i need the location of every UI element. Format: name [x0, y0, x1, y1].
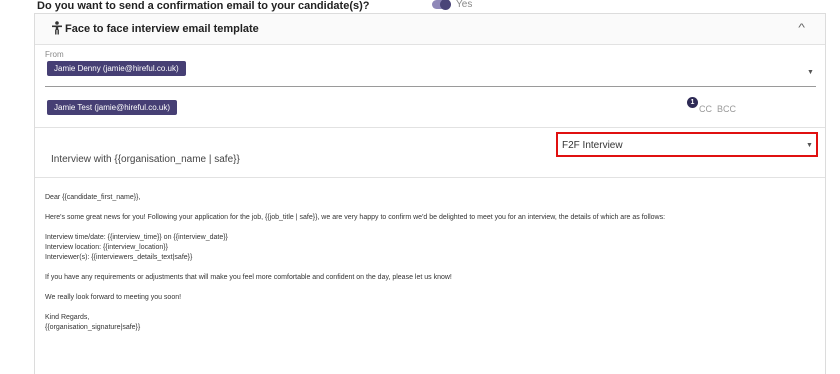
body-requirements: If you have any requirements or adjustme…: [45, 274, 452, 281]
body-signoff: Kind Regards,: [45, 314, 90, 321]
divider: [35, 177, 825, 178]
body-signature: {{organisation_signature|safe}}: [45, 324, 141, 331]
body-interviewers: Interviewer(s): {{interviewers_details_t…: [45, 254, 193, 261]
toggle-label: Yes: [456, 0, 473, 10]
body-closing: We really look forward to meeting you so…: [45, 294, 182, 301]
email-subject[interactable]: Interview with {{organisation_name | saf…: [51, 154, 240, 165]
template-title: Face to face interview email template: [65, 23, 259, 35]
bcc-link[interactable]: BCC: [717, 104, 736, 114]
body-location: Interview location: {{interview_location…: [45, 244, 168, 251]
from-label: From: [45, 50, 64, 59]
panel-header[interactable]: Face to face interview email template ^: [35, 14, 825, 45]
body-greeting: Dear {{candidate_first_name}},: [45, 194, 141, 201]
template-select[interactable]: F2F Interview ▼: [556, 132, 818, 157]
template-select-value: F2F Interview: [562, 140, 623, 151]
divider: [35, 127, 825, 128]
chevron-up-icon[interactable]: ^: [798, 22, 805, 34]
person-icon: [52, 21, 62, 35]
body-time: Interview time/date: {{interview_time}} …: [45, 234, 228, 241]
to-recipient-chip[interactable]: Jamie Test (jamie@hireful.co.uk): [47, 100, 178, 115]
from-select[interactable]: Jamie Denny (jamie@hireful.co.uk) ▼: [45, 60, 816, 87]
recipient-count-badge: 1: [687, 97, 698, 108]
body-intro: Here's some great news for you! Followin…: [45, 214, 666, 221]
chevron-down-icon[interactable]: ▼: [807, 69, 814, 76]
email-body[interactable]: Dear {{candidate_first_name}}, Here's so…: [45, 193, 665, 333]
confirmation-question: Do you want to send a confirmation email…: [37, 0, 370, 12]
toggle-knob: [440, 0, 451, 10]
confirmation-toggle[interactable]: [432, 0, 451, 10]
from-chip: Jamie Denny (jamie@hireful.co.uk): [47, 61, 186, 76]
cc-link[interactable]: CC: [699, 104, 712, 114]
email-template-panel: Face to face interview email template ^ …: [34, 13, 826, 374]
chevron-down-icon[interactable]: ▼: [806, 142, 813, 149]
